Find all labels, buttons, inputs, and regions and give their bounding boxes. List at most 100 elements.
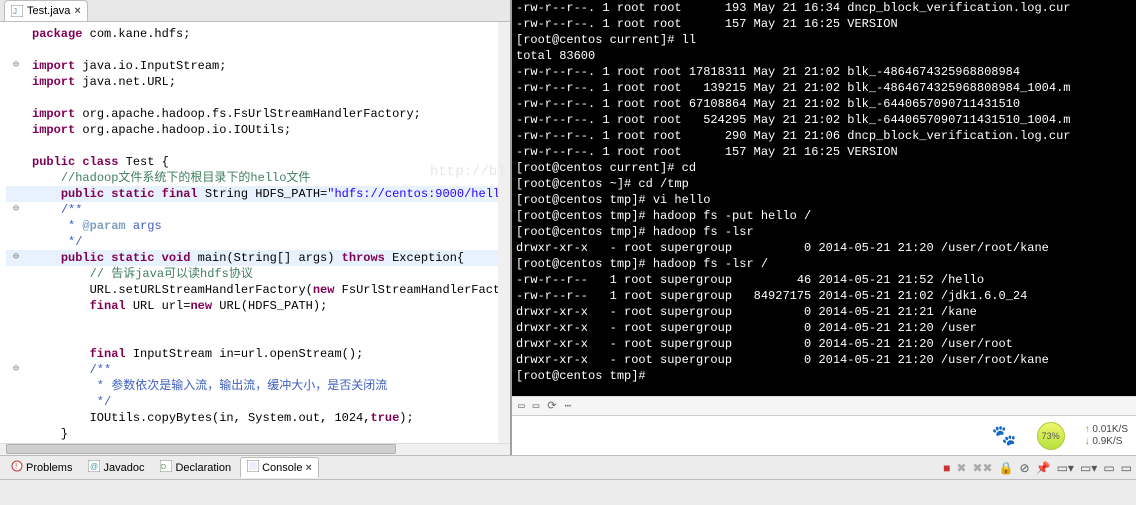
- gutter-marker[interactable]: ⊖: [6, 58, 26, 74]
- gutter-marker[interactable]: [6, 346, 26, 362]
- code-line[interactable]: [6, 42, 498, 58]
- code-text[interactable]: * @param args: [26, 218, 498, 234]
- code-line[interactable]: */: [6, 394, 498, 410]
- dots-icon[interactable]: ⋯: [564, 399, 571, 413]
- code-line[interactable]: }: [6, 426, 498, 442]
- gutter-marker[interactable]: [6, 106, 26, 122]
- clear-icon[interactable]: ⊘: [1020, 461, 1030, 475]
- code-line[interactable]: [6, 330, 498, 346]
- code-line[interactable]: [6, 314, 498, 330]
- gutter-marker[interactable]: [6, 410, 26, 426]
- code-line[interactable]: package com.kane.hdfs;: [6, 26, 498, 42]
- code-line[interactable]: public static final String HDFS_PATH="hd…: [6, 186, 498, 202]
- minimize-icon[interactable]: ▭: [1103, 461, 1114, 475]
- code-text[interactable]: //hadoop文件系统下的根目录下的hello文件: [26, 170, 498, 186]
- gutter-marker[interactable]: [6, 170, 26, 186]
- vertical-scrollbar[interactable]: [498, 22, 510, 443]
- gutter-marker[interactable]: [6, 154, 26, 170]
- code-text[interactable]: import org.apache.hadoop.io.IOUtils;: [26, 122, 498, 138]
- code-line[interactable]: public class Test {: [6, 154, 498, 170]
- code-text[interactable]: import org.apache.hadoop.fs.FsUrlStreamH…: [26, 106, 498, 122]
- code-line[interactable]: URL.setURLStreamHandlerFactory(new FsUrl…: [6, 282, 498, 298]
- javadoc-tab[interactable]: @ Javadoc: [81, 457, 151, 478]
- terminal-icon[interactable]: ▭: [518, 399, 525, 413]
- gutter-marker[interactable]: [6, 122, 26, 138]
- code-line[interactable]: */: [6, 234, 498, 250]
- gutter-marker[interactable]: [6, 26, 26, 42]
- usage-badge[interactable]: 73%: [1037, 422, 1065, 450]
- code-text[interactable]: [26, 90, 498, 106]
- console-tab[interactable]: Console ×: [240, 457, 319, 478]
- display-icon[interactable]: ▭▾: [1057, 461, 1074, 475]
- code-line[interactable]: [6, 90, 498, 106]
- gutter-marker[interactable]: [6, 314, 26, 330]
- code-text[interactable]: */: [26, 234, 498, 250]
- code-text[interactable]: import java.net.URL;: [26, 74, 498, 90]
- code-line[interactable]: [6, 138, 498, 154]
- code-text[interactable]: /**: [26, 362, 498, 378]
- code-editor[interactable]: package com.kane.hdfs;⊖import java.io.In…: [0, 22, 498, 443]
- code-text[interactable]: /**: [26, 202, 498, 218]
- code-line[interactable]: ⊖ /**: [6, 362, 498, 378]
- code-line[interactable]: import org.apache.hadoop.io.IOUtils;: [6, 122, 498, 138]
- code-text[interactable]: // 告诉java可以读hdfs协议: [26, 266, 498, 282]
- close-icon[interactable]: ×: [74, 5, 80, 17]
- gutter-marker[interactable]: [6, 330, 26, 346]
- gutter-marker[interactable]: [6, 74, 26, 90]
- gutter-marker[interactable]: [6, 426, 26, 442]
- code-line[interactable]: import java.net.URL;: [6, 74, 498, 90]
- gutter-marker[interactable]: [6, 186, 26, 202]
- code-text[interactable]: IOUtils.copyBytes(in, System.out, 1024,t…: [26, 410, 498, 426]
- code-text[interactable]: */: [26, 394, 498, 410]
- code-line[interactable]: import org.apache.hadoop.fs.FsUrlStreamH…: [6, 106, 498, 122]
- gutter-marker[interactable]: [6, 42, 26, 58]
- code-text[interactable]: [26, 42, 498, 58]
- folder-icon[interactable]: ▭: [533, 399, 540, 413]
- sync-icon[interactable]: ⟳: [547, 399, 556, 413]
- code-text[interactable]: package com.kane.hdfs;: [26, 26, 498, 42]
- editor-horizontal-scroll[interactable]: [0, 443, 510, 455]
- gutter-marker[interactable]: [6, 218, 26, 234]
- code-line[interactable]: ⊖ public static void main(String[] args)…: [6, 250, 498, 266]
- gutter-marker[interactable]: ⊖: [6, 362, 26, 378]
- gutter-marker[interactable]: ⊖: [6, 202, 26, 218]
- code-line[interactable]: // 告诉java可以读hdfs协议: [6, 266, 498, 282]
- remove-all-icon[interactable]: ✖✖: [972, 461, 992, 475]
- remove-icon[interactable]: ✖: [956, 461, 966, 475]
- code-text[interactable]: public static void main(String[] args) t…: [26, 250, 498, 266]
- code-line[interactable]: //hadoop文件系统下的根目录下的hello文件: [6, 170, 498, 186]
- code-line[interactable]: ⊖ /**: [6, 202, 498, 218]
- code-text[interactable]: public static final String HDFS_PATH="hd…: [26, 186, 498, 202]
- code-line[interactable]: * 参数依次是输入流，输出流，缓冲大小，是否关闭流: [6, 378, 498, 394]
- gutter-marker[interactable]: [6, 378, 26, 394]
- close-icon[interactable]: ×: [305, 462, 311, 474]
- code-text[interactable]: public class Test {: [26, 154, 498, 170]
- code-line[interactable]: ⊖import java.io.InputStream;: [6, 58, 498, 74]
- open-console-icon[interactable]: ▭▾: [1080, 461, 1097, 475]
- gutter-marker[interactable]: [6, 234, 26, 250]
- code-text[interactable]: * 参数依次是输入流，输出流，缓冲大小，是否关闭流: [26, 378, 498, 394]
- scroll-lock-icon[interactable]: 🔒: [999, 461, 1014, 475]
- gutter-marker[interactable]: [6, 266, 26, 282]
- code-text[interactable]: [26, 138, 498, 154]
- code-line[interactable]: IOUtils.copyBytes(in, System.out, 1024,t…: [6, 410, 498, 426]
- code-line[interactable]: final InputStream in=url.openStream();: [6, 346, 498, 362]
- gutter-marker[interactable]: [6, 138, 26, 154]
- code-text[interactable]: final InputStream in=url.openStream();: [26, 346, 498, 362]
- gutter-marker[interactable]: [6, 298, 26, 314]
- terminal[interactable]: -rw-r--r--. 1 root root 193 May 21 16:34…: [512, 0, 1136, 396]
- declaration-tab[interactable]: D Declaration: [153, 457, 238, 478]
- code-text[interactable]: [26, 330, 498, 346]
- gutter-marker[interactable]: ⊖: [6, 250, 26, 266]
- code-text[interactable]: }: [26, 426, 498, 442]
- code-line[interactable]: * @param args: [6, 218, 498, 234]
- paw-icon[interactable]: 🐾: [992, 423, 1017, 449]
- gutter-marker[interactable]: [6, 282, 26, 298]
- code-text[interactable]: final URL url=new URL(HDFS_PATH);: [26, 298, 498, 314]
- code-text[interactable]: URL.setURLStreamHandlerFactory(new FsUrl…: [26, 282, 498, 298]
- gutter-marker[interactable]: [6, 90, 26, 106]
- code-text[interactable]: import java.io.InputStream;: [26, 58, 498, 74]
- code-text[interactable]: [26, 314, 498, 330]
- problems-tab[interactable]: ! Problems: [4, 457, 79, 478]
- stop-icon[interactable]: ■: [943, 461, 950, 475]
